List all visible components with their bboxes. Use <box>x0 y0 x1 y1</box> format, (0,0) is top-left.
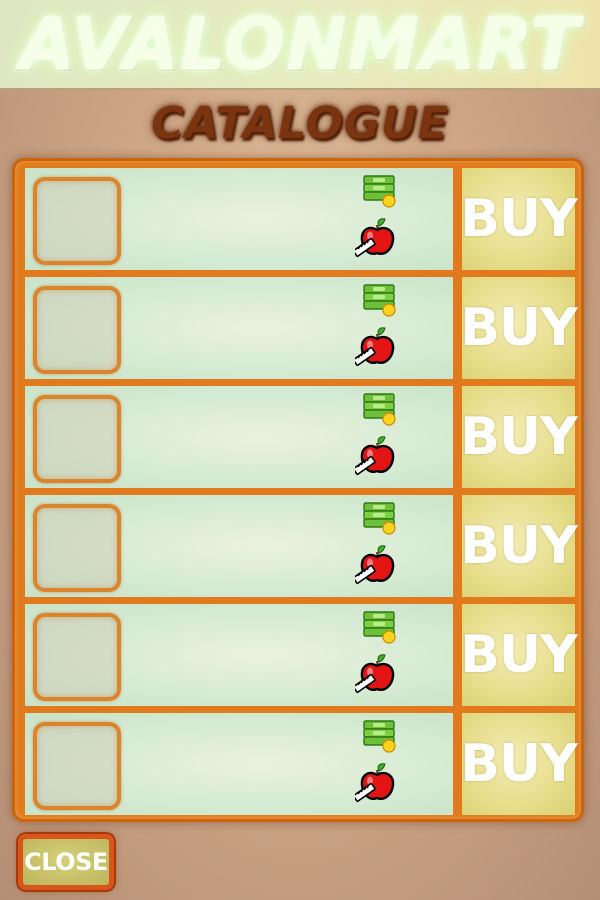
close-button-label: CLOSE <box>24 848 108 876</box>
item-info <box>25 277 453 379</box>
item-info <box>25 168 453 270</box>
apple-icon <box>355 218 395 257</box>
catalogue-item: BUY <box>25 604 578 706</box>
item-thumbnail-slot <box>33 286 121 374</box>
cash-icon <box>363 393 396 426</box>
buy-button-label: BUY <box>460 625 578 685</box>
buy-button[interactable]: BUY <box>460 713 578 815</box>
catalogue-panel: BUY BUY BUY BUY BUY BUY <box>12 158 584 822</box>
page-title: CATALOGUE <box>151 97 449 149</box>
buy-button[interactable]: BUY <box>460 386 578 488</box>
catalogue-item: BUY <box>25 168 578 270</box>
item-thumbnail-slot <box>33 722 121 810</box>
apple-icon <box>355 545 395 584</box>
item-thumbnail-slot <box>33 395 121 483</box>
catalogue-item: BUY <box>25 386 578 488</box>
store-banner: AVALONMART <box>0 0 600 90</box>
buy-button-label: BUY <box>460 734 578 794</box>
cash-icon <box>363 611 396 644</box>
apple-icon <box>355 436 395 475</box>
buy-button[interactable]: BUY <box>460 495 578 597</box>
cash-icon <box>363 284 396 317</box>
buy-button-label: BUY <box>460 516 578 576</box>
cash-icon <box>363 720 396 753</box>
cash-icon <box>363 175 396 208</box>
item-thumbnail-slot <box>33 177 121 265</box>
catalogue-item: BUY <box>25 713 578 815</box>
item-info <box>25 386 453 488</box>
apple-icon <box>355 654 395 693</box>
item-info <box>25 713 453 815</box>
item-info <box>25 604 453 706</box>
buy-button[interactable]: BUY <box>460 604 578 706</box>
catalogue-item: BUY <box>25 495 578 597</box>
apple-icon <box>355 327 395 366</box>
buy-button[interactable]: BUY <box>460 277 578 379</box>
buy-button-label: BUY <box>460 298 578 358</box>
item-thumbnail-slot <box>33 613 121 701</box>
item-thumbnail-slot <box>33 504 121 592</box>
apple-icon <box>355 763 395 802</box>
catalogue-item: BUY <box>25 277 578 379</box>
buy-button-label: BUY <box>460 189 578 249</box>
store-logo: AVALONMART <box>19 2 581 86</box>
close-button[interactable]: CLOSE <box>18 834 114 890</box>
cash-icon <box>363 502 396 535</box>
item-info <box>25 495 453 597</box>
buy-button[interactable]: BUY <box>460 168 578 270</box>
buy-button-label: BUY <box>460 407 578 467</box>
